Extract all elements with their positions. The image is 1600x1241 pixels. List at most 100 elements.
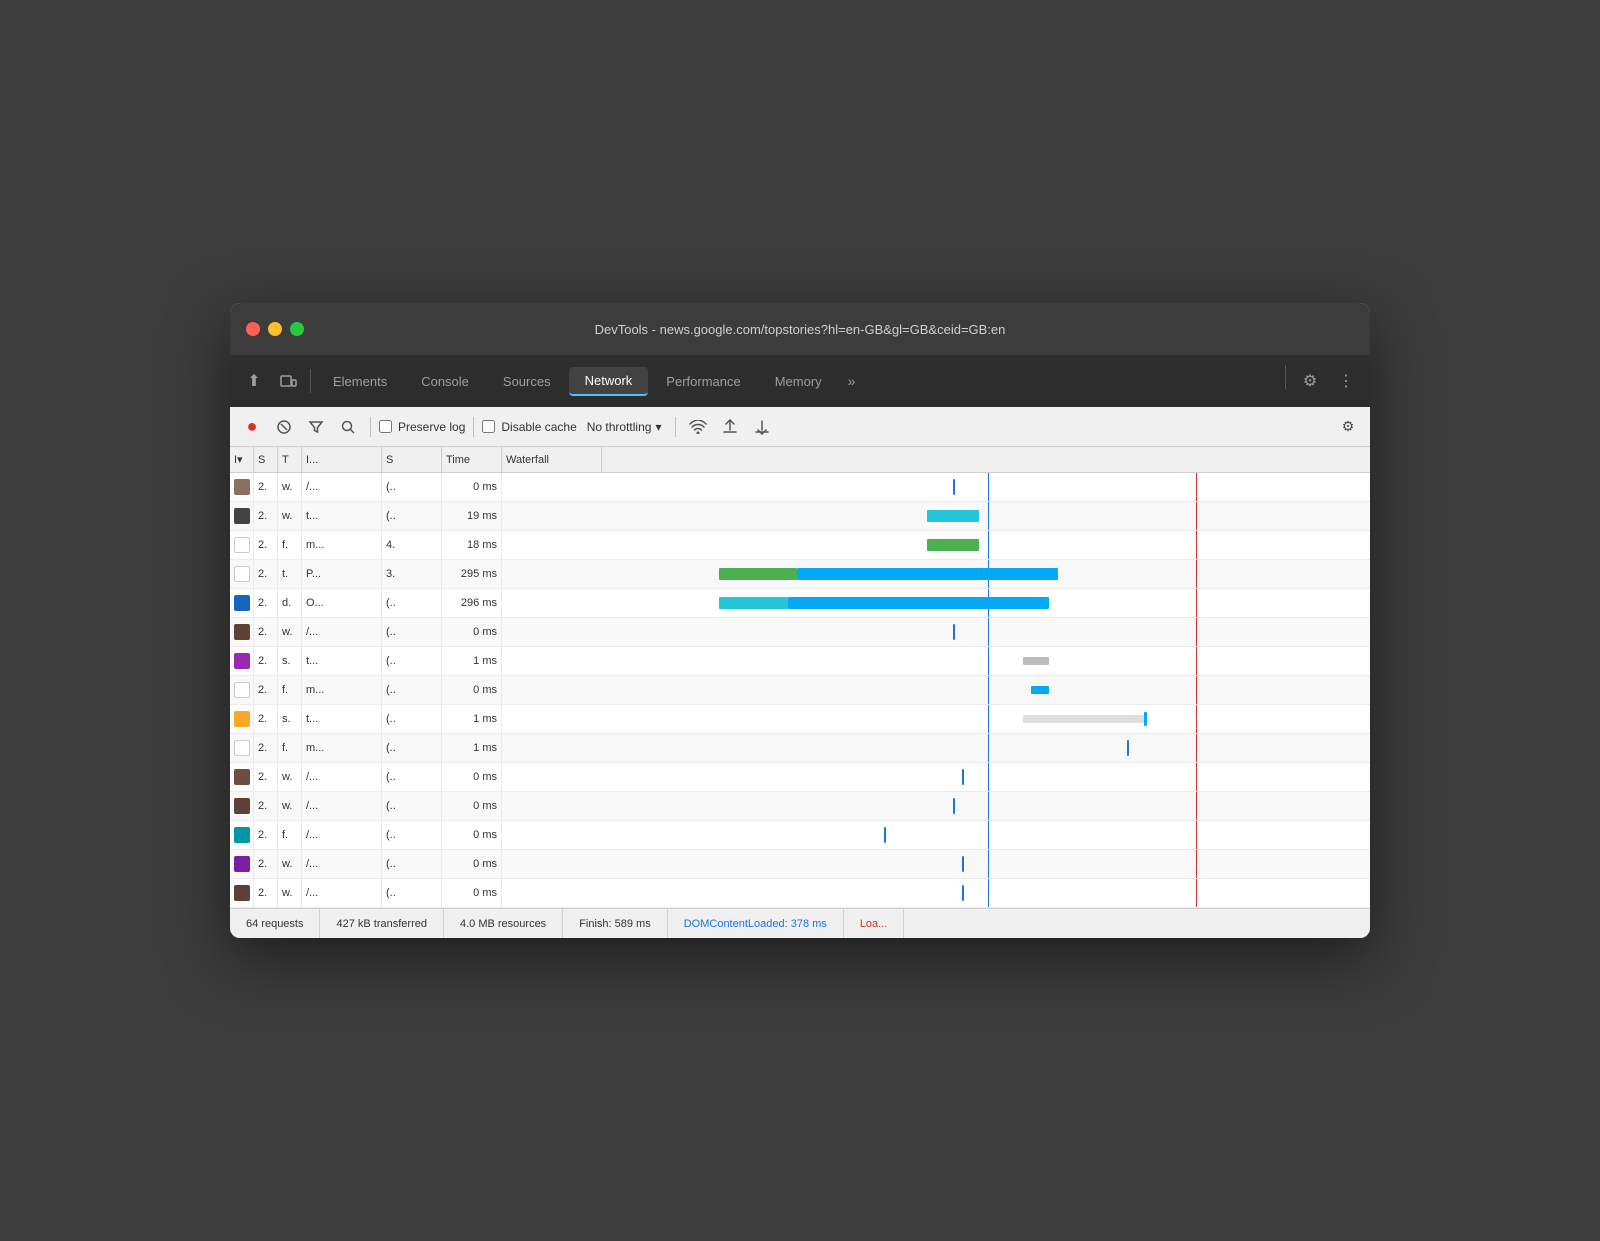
col-initiator[interactable]: I... bbox=[302, 447, 382, 472]
preserve-log-input[interactable] bbox=[379, 420, 392, 433]
toolbar-sep-3 bbox=[675, 417, 676, 437]
row-status: 2. bbox=[254, 821, 278, 849]
load-event[interactable]: Loa... bbox=[844, 909, 905, 938]
row-time: 296 ms bbox=[442, 589, 502, 617]
row-time: 1 ms bbox=[442, 734, 502, 762]
status-bar: 64 requests 427 kB transferred 4.0 MB re… bbox=[230, 908, 1370, 938]
row-size: (.. bbox=[382, 647, 442, 675]
row-icon bbox=[230, 502, 254, 530]
clear-button[interactable] bbox=[270, 413, 298, 441]
tab-elements[interactable]: Elements bbox=[317, 368, 403, 395]
row-status: 2. bbox=[254, 531, 278, 559]
throttle-selector[interactable]: No throttling ▾ bbox=[581, 418, 668, 436]
filter-icon[interactable] bbox=[302, 413, 330, 441]
table-row[interactable]: 2.t.P...3.295 ms bbox=[230, 560, 1370, 589]
network-settings-icon[interactable]: ⚙ bbox=[1334, 413, 1362, 441]
tab-separator bbox=[310, 369, 311, 393]
row-status: 2. bbox=[254, 763, 278, 791]
settings-icon[interactable]: ⚙ bbox=[1294, 365, 1326, 397]
row-type: t. bbox=[278, 560, 302, 588]
dom-content-loaded[interactable]: DOMContentLoaded: 378 ms bbox=[668, 909, 844, 938]
row-waterfall bbox=[502, 589, 1370, 617]
row-icon bbox=[230, 705, 254, 733]
row-waterfall bbox=[502, 676, 1370, 704]
col-type[interactable]: T bbox=[278, 447, 302, 472]
tab-memory[interactable]: Memory bbox=[759, 368, 838, 395]
wifi-icon[interactable] bbox=[684, 413, 712, 441]
row-icon bbox=[230, 676, 254, 704]
table-row[interactable]: 2.f.m...4.18 ms bbox=[230, 531, 1370, 560]
network-toolbar: ● Preserve log Disable cache bbox=[230, 407, 1370, 447]
upload-icon[interactable] bbox=[716, 413, 744, 441]
row-icon bbox=[230, 473, 254, 501]
disable-cache-input[interactable] bbox=[482, 420, 495, 433]
toolbar-sep-1 bbox=[370, 417, 371, 437]
row-type: f. bbox=[278, 734, 302, 762]
table-row[interactable]: 2.f.m...(..1 ms bbox=[230, 734, 1370, 763]
requests-count: 64 requests bbox=[230, 909, 320, 938]
disable-cache-checkbox[interactable]: Disable cache bbox=[482, 420, 576, 434]
row-initiator: /... bbox=[302, 618, 382, 646]
row-initiator: /... bbox=[302, 473, 382, 501]
table-row[interactable]: 2.d.O...(..296 ms bbox=[230, 589, 1370, 618]
close-button[interactable] bbox=[246, 322, 260, 336]
row-initiator: /... bbox=[302, 763, 382, 791]
maximize-button[interactable] bbox=[290, 322, 304, 336]
download-icon[interactable] bbox=[748, 413, 776, 441]
more-tabs-icon[interactable]: » bbox=[840, 367, 864, 395]
row-type: w. bbox=[278, 473, 302, 501]
row-initiator: m... bbox=[302, 531, 382, 559]
col-time[interactable]: Time bbox=[442, 447, 502, 472]
transferred-size: 427 kB transferred bbox=[320, 909, 444, 938]
row-waterfall bbox=[502, 560, 1370, 588]
tab-console[interactable]: Console bbox=[405, 368, 485, 395]
row-initiator: O... bbox=[302, 589, 382, 617]
table-row[interactable]: 2.w./...(..0 ms bbox=[230, 763, 1370, 792]
row-initiator: P... bbox=[302, 560, 382, 588]
cursor-icon[interactable]: ⬆ bbox=[238, 365, 270, 397]
row-icon bbox=[230, 647, 254, 675]
tab-network[interactable]: Network bbox=[569, 367, 649, 396]
row-type: w. bbox=[278, 763, 302, 791]
device-icon[interactable] bbox=[272, 365, 304, 397]
row-waterfall bbox=[502, 879, 1370, 907]
traffic-lights bbox=[246, 322, 304, 336]
preserve-log-checkbox[interactable]: Preserve log bbox=[379, 420, 465, 434]
row-status: 2. bbox=[254, 676, 278, 704]
tab-sources[interactable]: Sources bbox=[487, 368, 567, 395]
devtools-window: DevTools - news.google.com/topstories?hl… bbox=[230, 303, 1370, 938]
table-row[interactable]: 2.s.t...(..1 ms bbox=[230, 705, 1370, 734]
row-size: (.. bbox=[382, 676, 442, 704]
table-row[interactable]: 2.w./...(..0 ms bbox=[230, 618, 1370, 647]
table-row[interactable]: 2.w./...(..0 ms bbox=[230, 850, 1370, 879]
record-button[interactable]: ● bbox=[238, 413, 266, 441]
table-row[interactable]: 2.w./...(..0 ms bbox=[230, 879, 1370, 908]
row-status: 2. bbox=[254, 618, 278, 646]
row-size: (.. bbox=[382, 763, 442, 791]
row-time: 0 ms bbox=[442, 821, 502, 849]
search-icon[interactable] bbox=[334, 413, 362, 441]
table-row[interactable]: 2.w./...(..0 ms bbox=[230, 473, 1370, 502]
row-time: 18 ms bbox=[442, 531, 502, 559]
col-status[interactable]: S bbox=[254, 447, 278, 472]
more-options-icon[interactable]: ⋮ bbox=[1330, 365, 1362, 397]
table-row[interactable]: 2.f.m...(..0 ms bbox=[230, 676, 1370, 705]
row-icon bbox=[230, 560, 254, 588]
titlebar: DevTools - news.google.com/topstories?hl… bbox=[230, 303, 1370, 355]
col-filter[interactable]: I▾ bbox=[230, 447, 254, 472]
table-row[interactable]: 2.f./...(..0 ms bbox=[230, 821, 1370, 850]
row-type: d. bbox=[278, 589, 302, 617]
col-size[interactable]: S bbox=[382, 447, 442, 472]
col-waterfall-label[interactable]: Waterfall bbox=[502, 447, 602, 472]
tab-performance[interactable]: Performance bbox=[650, 368, 756, 395]
table-row[interactable]: 2.s.t...(..1 ms bbox=[230, 647, 1370, 676]
row-waterfall bbox=[502, 792, 1370, 820]
row-time: 0 ms bbox=[442, 676, 502, 704]
row-initiator: /... bbox=[302, 850, 382, 878]
table-row[interactable]: 2.w.t...(..19 ms bbox=[230, 502, 1370, 531]
row-time: 0 ms bbox=[442, 879, 502, 907]
minimize-button[interactable] bbox=[268, 322, 282, 336]
tabs-bar: ⬆ Elements Console Sources Network Perfo… bbox=[230, 355, 1370, 407]
row-size: (.. bbox=[382, 879, 442, 907]
table-row[interactable]: 2.w./...(..0 ms bbox=[230, 792, 1370, 821]
